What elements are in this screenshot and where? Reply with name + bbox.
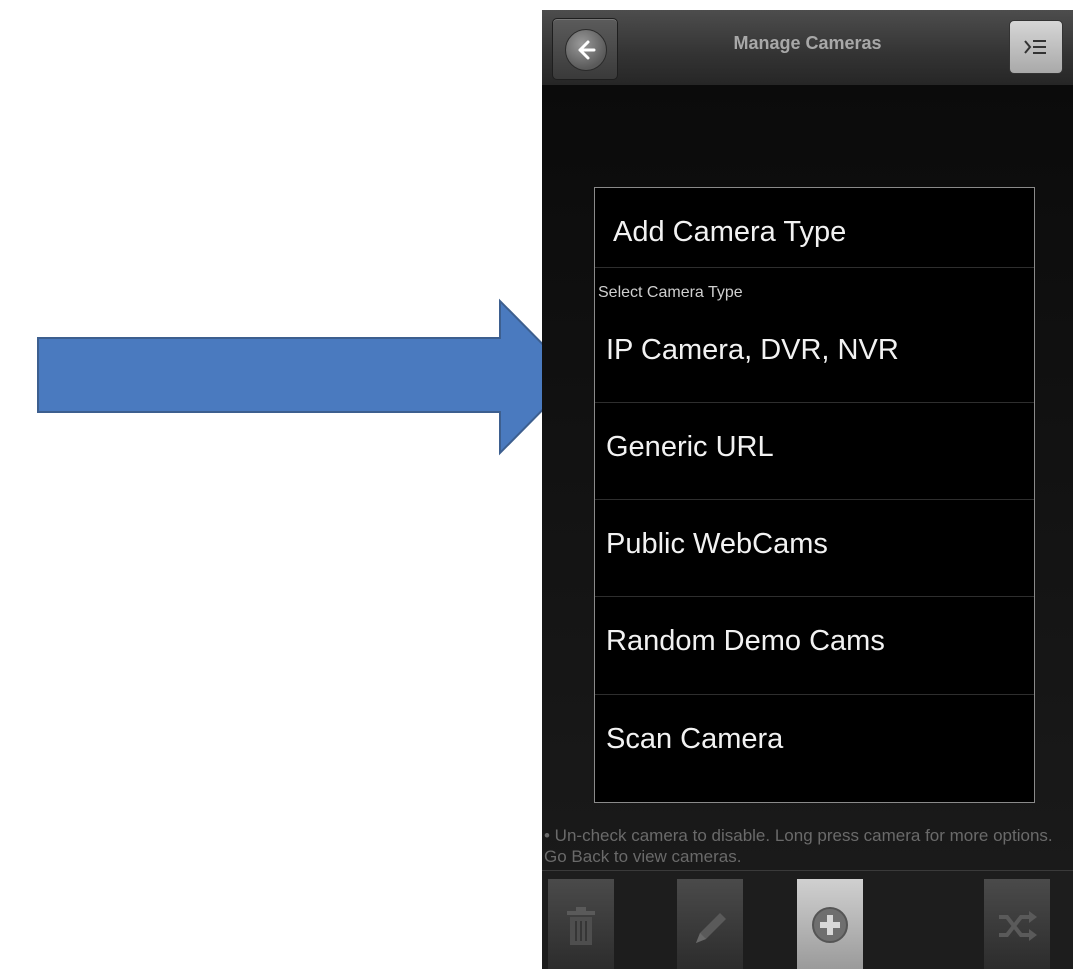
top-action-bar: Manage Cameras xyxy=(542,10,1073,86)
option-label: Random Demo Cams xyxy=(606,625,885,657)
bottom-toolbar xyxy=(542,870,1073,969)
divider xyxy=(595,267,1034,268)
option-public-webcams[interactable]: Public WebCams xyxy=(595,500,1034,596)
option-label: Scan Camera xyxy=(606,723,784,755)
menu-button[interactable] xyxy=(1009,20,1063,74)
phone-screen: Manage Cameras Add Camera Type Select Ca… xyxy=(542,10,1073,969)
shuffle-icon xyxy=(999,911,1037,941)
shuffle-button[interactable] xyxy=(984,879,1050,969)
option-generic-url[interactable]: Generic URL xyxy=(595,403,1034,499)
dialog-subtitle: Select Camera Type xyxy=(598,284,743,301)
add-camera-type-dialog: Add Camera Type Select Camera Type IP Ca… xyxy=(594,187,1035,803)
option-scan-camera[interactable]: Scan Camera xyxy=(595,695,1034,791)
pencil-icon xyxy=(696,913,726,943)
edit-button[interactable] xyxy=(677,879,743,969)
delete-button[interactable] xyxy=(548,879,614,969)
menu-list-icon xyxy=(1024,40,1046,54)
option-label: Generic URL xyxy=(606,431,774,463)
option-random-demo-cams[interactable]: Random Demo Cams xyxy=(595,597,1034,693)
hint-text: • Un-check camera to disable. Long press… xyxy=(544,826,1053,866)
page-title: Manage Cameras xyxy=(733,33,882,53)
add-camera-button[interactable] xyxy=(797,879,863,969)
option-label: Public WebCams xyxy=(606,528,828,560)
option-ip-camera[interactable]: IP Camera, DVR, NVR xyxy=(595,306,1034,402)
trash-icon xyxy=(567,907,595,945)
dialog-title: Add Camera Type xyxy=(613,216,847,248)
add-circle-icon xyxy=(812,907,848,943)
option-label: IP Camera, DVR, NVR xyxy=(606,334,899,366)
